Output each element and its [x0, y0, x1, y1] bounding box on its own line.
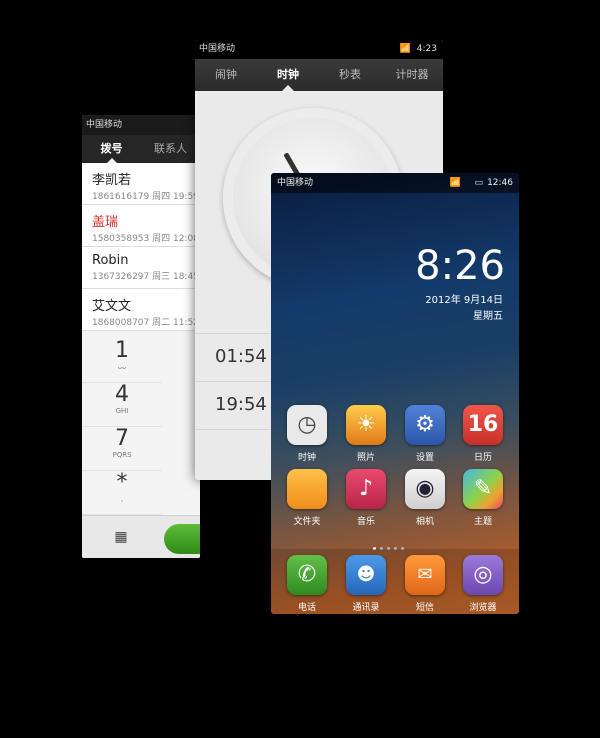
- carrier-label: 中国移动: [199, 44, 236, 54]
- clock-tabs: 闹钟 时钟 秒表 计时器: [195, 59, 443, 91]
- dial-key-1[interactable]: 1 ᴗᴗ: [82, 339, 162, 383]
- dial-key-4[interactable]: 4 GHI: [82, 383, 162, 427]
- status-time: 12:46: [487, 178, 513, 188]
- app-label: 照片: [356, 453, 375, 463]
- call-log-list: 李凯若 1861616179 周四 19:59 盖瑞 1580358953 周四…: [82, 163, 200, 331]
- app-label: 主题: [473, 517, 492, 527]
- clock-time: 01:54: [215, 346, 267, 367]
- battery-icon: ▭: [474, 178, 483, 188]
- phone-icon: ✆: [199, 529, 200, 548]
- dial-key-star[interactable]: * ,: [82, 471, 162, 515]
- caller-name: 艾文文: [92, 299, 132, 314]
- gear-icon: ⚙: [405, 405, 445, 445]
- tab-alarm[interactable]: 闹钟: [195, 59, 257, 91]
- call-detail: 1580358953 周四 12:08: [92, 234, 199, 244]
- call-log-item[interactable]: 李凯若 1861616179 周四 19:59: [82, 163, 200, 205]
- app-label: 日历: [473, 453, 492, 463]
- signal-icon: 📶: [399, 44, 411, 54]
- key-digit: 1: [115, 338, 129, 363]
- app-label: 电话: [297, 603, 316, 613]
- dialpad: 1 ᴗᴗ 4 GHI 7 PQRS * ,: [82, 339, 200, 515]
- carrier-label: 中国移动: [277, 178, 314, 188]
- call-detail: 1367326297 周三 18:45: [92, 272, 199, 282]
- app-dock: ✆ 电话 ☻ 通讯录 ✉ 短信 ◎ 浏览器: [271, 549, 519, 614]
- app-label: 时钟: [297, 453, 316, 463]
- camera-icon: ◉: [405, 469, 445, 509]
- tab-clock[interactable]: 时钟: [257, 59, 319, 91]
- status-bar: 中国移动 📶 4:23: [195, 40, 443, 59]
- app-label: 相机: [415, 517, 434, 527]
- status-time: 4:23: [416, 44, 437, 54]
- app-label: 短信: [415, 603, 434, 613]
- key-digit: 7: [115, 426, 129, 451]
- dialer-bottom-bar: ▦ ✆: [82, 515, 200, 558]
- app-label: 浏览器: [469, 603, 497, 613]
- dialpad-grid-icon[interactable]: ▦: [112, 528, 130, 546]
- contacts-icon: ☻: [346, 555, 386, 595]
- call-detail: 1868008707 周二 11:52: [92, 318, 199, 328]
- dialer-screen: 中国移动 拨号 联系人 李凯若 1861616179 周四 19:59 盖瑞 1…: [82, 115, 200, 558]
- app-label: 音乐: [356, 517, 375, 527]
- app-phone[interactable]: ✆ 电话: [278, 555, 336, 613]
- app-music[interactable]: ♪ 音乐: [337, 469, 395, 527]
- call-detail: 1861616179 周四 19:59: [92, 192, 199, 202]
- lock-clock-date: 2012年 9月14日: [425, 295, 503, 306]
- tab-dial[interactable]: 拨号: [82, 135, 141, 163]
- caller-name: 李凯若: [92, 173, 132, 188]
- dial-key-7[interactable]: 7 PQRS: [82, 427, 162, 471]
- voicemail-icon: ᴗᴗ: [117, 363, 127, 371]
- key-digit: 4: [115, 382, 129, 407]
- call-log-item[interactable]: 盖瑞 1580358953 周四 12:08: [82, 205, 200, 247]
- phone-icon: ✆: [287, 555, 327, 595]
- browser-icon: ◎: [463, 555, 503, 595]
- app-label: 文件夹: [293, 517, 321, 527]
- status-bar: 中国移动: [82, 115, 200, 135]
- caller-name: Robin: [92, 253, 129, 268]
- dialer-tabs: 拨号 联系人: [82, 135, 200, 163]
- key-letters: ,: [120, 495, 124, 503]
- message-bubble-icon: ✉: [405, 555, 445, 595]
- app-clock[interactable]: ◷ 时钟: [278, 405, 336, 463]
- lock-clock-weekday: 星期五: [473, 311, 503, 322]
- clock-time: 19:54: [215, 394, 267, 415]
- photos-icon: ☀: [346, 405, 386, 445]
- clock-icon: ◷: [287, 405, 327, 445]
- app-messages[interactable]: ✉ 短信: [396, 555, 454, 613]
- call-log-item[interactable]: 艾文文 1868008707 周二 11:52: [82, 289, 200, 331]
- folder-icon: [287, 469, 327, 509]
- key-letters: PQRS: [112, 451, 132, 459]
- tab-timer[interactable]: 计时器: [381, 59, 443, 91]
- call-button[interactable]: ✆: [164, 524, 200, 554]
- app-photos[interactable]: ☀ 照片: [337, 405, 395, 463]
- caller-name: 盖瑞: [92, 215, 119, 230]
- lock-clock-time: 8:26: [415, 243, 505, 289]
- key-letters: GHI: [115, 407, 129, 415]
- brush-icon: ✎: [463, 469, 503, 509]
- home-screen: 中国移动 📶 ▭ 12:46 8:26 2012年 9月14日 星期五 ◷ 时钟…: [271, 173, 519, 614]
- calendar-icon: 16: [463, 405, 503, 445]
- app-contacts[interactable]: ☻ 通讯录: [337, 555, 395, 613]
- app-label: 通讯录: [352, 603, 380, 613]
- tab-stopwatch[interactable]: 秒表: [319, 59, 381, 91]
- music-note-icon: ♪: [346, 469, 386, 509]
- app-settings[interactable]: ⚙ 设置: [396, 405, 454, 463]
- app-themes[interactable]: ✎ 主题: [454, 469, 512, 527]
- app-calendar[interactable]: 16 日历: [454, 405, 512, 463]
- app-browser[interactable]: ◎ 浏览器: [454, 555, 512, 613]
- app-camera[interactable]: ◉ 相机: [396, 469, 454, 527]
- status-bar: 中国移动 📶 ▭ 12:46: [271, 173, 519, 193]
- call-log-item[interactable]: Robin 1367326297 周三 18:45: [82, 247, 200, 289]
- app-files[interactable]: 文件夹: [278, 469, 336, 527]
- key-digit: *: [116, 470, 128, 495]
- tab-contacts[interactable]: 联系人: [141, 135, 200, 163]
- app-label: 设置: [415, 453, 434, 463]
- signal-icon: 📶: [449, 178, 461, 188]
- carrier-label: 中国移动: [86, 120, 123, 130]
